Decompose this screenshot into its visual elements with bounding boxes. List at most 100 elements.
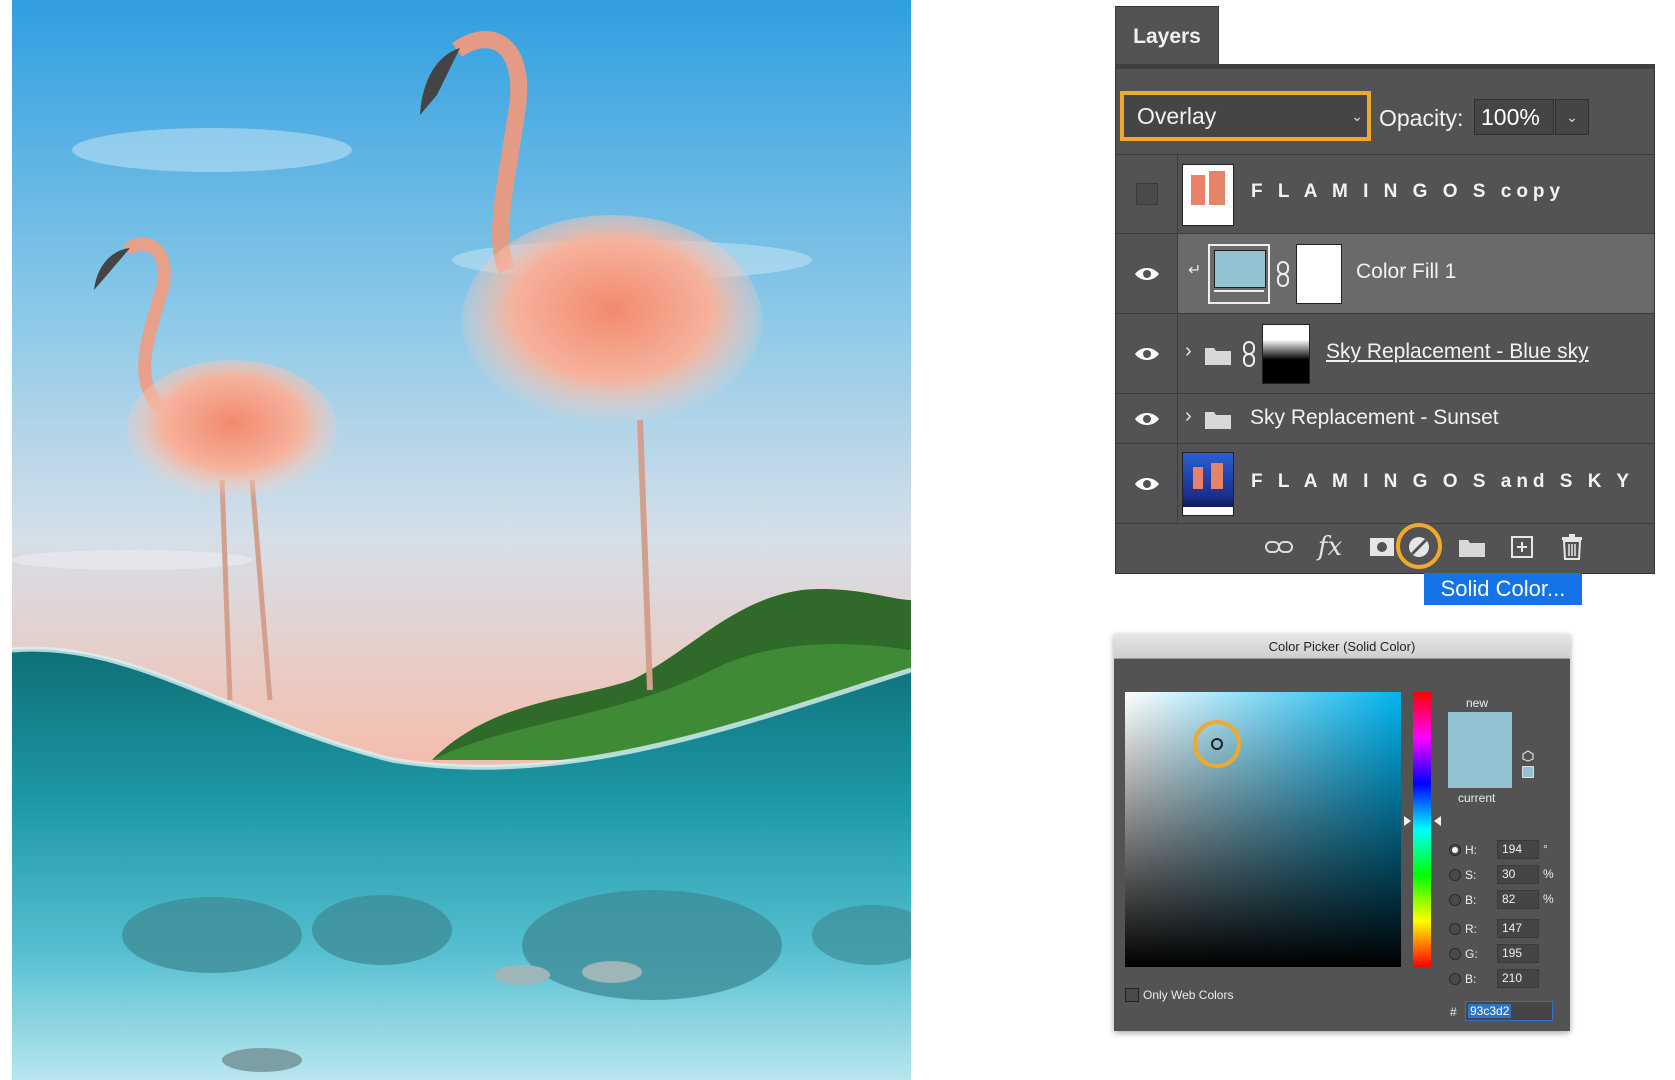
hex-value: 93c3d2 (1468, 1004, 1512, 1018)
layer-name: F L A M I N G O S copy (1251, 181, 1566, 202)
mask-thumbnail[interactable] (1262, 324, 1310, 384)
new-layer-button[interactable] (1504, 529, 1540, 565)
layer-name: Sky Replacement - Sunset (1250, 406, 1499, 429)
opacity-dropdown-button[interactable]: ⌄ (1555, 99, 1589, 135)
visibility-off-box (1135, 182, 1158, 205)
field-label: R: (1465, 922, 1477, 936)
chain-link-icon[interactable] (1242, 340, 1256, 368)
layers-top-row: Overlay ⌄ Opacity: 100% ⌄ (1116, 69, 1654, 155)
visibility-toggle[interactable] (1116, 234, 1178, 313)
hue-slider[interactable] (1413, 692, 1431, 967)
layer-row-sky-blue[interactable]: › Sky Replacement - Blue sky (1116, 314, 1654, 394)
field-unit: % (1543, 867, 1554, 881)
field-label: G: (1465, 947, 1478, 961)
layer-thumbnail (1182, 164, 1234, 226)
layers-bottom-toolbar: fx (1116, 521, 1654, 573)
visibility-toggle[interactable] (1116, 154, 1178, 233)
add-mask-button[interactable] (1364, 529, 1400, 565)
folder-icon (1459, 540, 1485, 557)
expand-chevron-icon[interactable]: › (1185, 405, 1192, 428)
fill-thumbnail[interactable] (1208, 244, 1270, 304)
new-color-swatch (1448, 712, 1512, 752)
fx-button[interactable]: fx (1312, 529, 1348, 565)
artwork-canvas (12, 0, 911, 1080)
trash-icon (1562, 534, 1582, 560)
color-picker-handle[interactable] (1193, 720, 1241, 768)
hue-input[interactable]: 194 (1497, 840, 1539, 859)
color-picker-dialog: Color Picker (Solid Color) new current H… (1114, 634, 1570, 1031)
hue-slider-right-arrow[interactable] (1434, 816, 1441, 826)
layer-row-sky-sunset[interactable]: › Sky Replacement - Sunset (1116, 394, 1654, 444)
visibility-toggle[interactable] (1116, 314, 1178, 393)
hue-slider-left-arrow[interactable] (1404, 816, 1411, 826)
picker-dot (1211, 738, 1223, 750)
blend-mode-value: Overlay (1137, 102, 1217, 129)
chevron-down-icon: ⌄ (1566, 108, 1578, 125)
eye-icon (1134, 477, 1159, 490)
saturation-radio[interactable] (1449, 869, 1461, 881)
new-group-button[interactable] (1454, 529, 1490, 565)
layers-tab[interactable]: Layers (1115, 6, 1219, 66)
fx-icon: fx (1317, 532, 1343, 562)
layers-panel-body: Overlay ⌄ Opacity: 100% ⌄ F L A M I N G … (1115, 64, 1655, 574)
chain-link-icon[interactable] (1276, 260, 1290, 288)
saturation-input[interactable]: 30 (1497, 865, 1539, 884)
adjustment-layer-button[interactable] (1401, 529, 1437, 565)
layer-row-flamingos-copy[interactable]: F L A M I N G O S copy (1116, 154, 1654, 234)
field-label: B: (1465, 893, 1477, 907)
visibility-toggle[interactable] (1116, 394, 1178, 443)
current-color-swatch[interactable] (1448, 752, 1512, 788)
hex-input[interactable]: 93c3d2 (1465, 1001, 1553, 1021)
layer-name: F L A M I N G O S and S K Y (1251, 471, 1635, 492)
gamut-warning-icon[interactable] (1522, 750, 1534, 762)
eye-icon (1134, 267, 1159, 280)
layer-row-flamingos-sky[interactable]: F L A M I N G O S and S K Y (1116, 444, 1654, 524)
new-layer-icon (1511, 536, 1533, 558)
delete-layer-button[interactable] (1554, 529, 1590, 565)
brightness-input[interactable]: 82 (1497, 890, 1539, 909)
eye-icon (1134, 412, 1159, 425)
dialog-title: Color Picker (Solid Color) (1114, 634, 1570, 659)
layer-name: Sky Replacement - Blue sky (1326, 340, 1589, 363)
blend-mode-select[interactable]: Overlay ⌄ (1120, 91, 1371, 141)
mask-icon (1370, 538, 1394, 556)
field-label: S: (1465, 868, 1477, 882)
expand-chevron-icon[interactable]: › (1185, 340, 1192, 363)
folder-icon (1205, 348, 1231, 365)
folder-icon (1205, 412, 1231, 429)
blue-radio[interactable] (1449, 973, 1461, 985)
adjustment-icon (1409, 537, 1429, 557)
hex-label: # (1450, 1005, 1457, 1019)
green-input[interactable]: 195 (1497, 944, 1539, 963)
eye-icon (1134, 347, 1159, 360)
solid-color-tooltip[interactable]: Solid Color... (1424, 573, 1582, 605)
hue-radio[interactable] (1449, 844, 1461, 856)
only-web-colors-checkbox[interactable] (1125, 988, 1139, 1002)
current-color-label: current (1458, 791, 1496, 805)
visibility-toggle[interactable] (1116, 444, 1178, 523)
mask-thumbnail[interactable] (1296, 244, 1342, 304)
layers-panel: Layers Overlay ⌄ Opacity: 100% ⌄ F L A M… (1115, 6, 1655, 574)
red-input[interactable]: 147 (1497, 919, 1539, 938)
clipping-arrow-icon: ↵ (1188, 262, 1202, 279)
new-color-label: new (1466, 696, 1489, 710)
red-radio[interactable] (1449, 923, 1461, 935)
field-unit: % (1543, 892, 1554, 906)
layer-thumbnail (1182, 452, 1234, 516)
green-radio[interactable] (1449, 948, 1461, 960)
brightness-radio[interactable] (1449, 894, 1461, 906)
field-unit: ° (1543, 842, 1548, 856)
link-icon (1265, 541, 1293, 553)
only-web-colors-label: Only Web Colors (1143, 988, 1234, 1002)
blue-input[interactable]: 210 (1497, 969, 1539, 988)
layer-row-color-fill[interactable]: ↵ Color Fill 1 (1116, 234, 1654, 314)
saturation-brightness-field[interactable] (1125, 692, 1401, 967)
flamingo-cloud-artwork (12, 0, 911, 1080)
chevron-down-icon: ⌄ (1351, 108, 1363, 124)
link-layers-button[interactable] (1261, 529, 1297, 565)
field-label: B: (1465, 972, 1477, 986)
web-safe-swatch[interactable] (1522, 766, 1534, 778)
opacity-input[interactable]: 100% (1474, 99, 1554, 135)
opacity-label: Opacity: (1379, 105, 1464, 131)
field-label: H: (1465, 843, 1477, 857)
